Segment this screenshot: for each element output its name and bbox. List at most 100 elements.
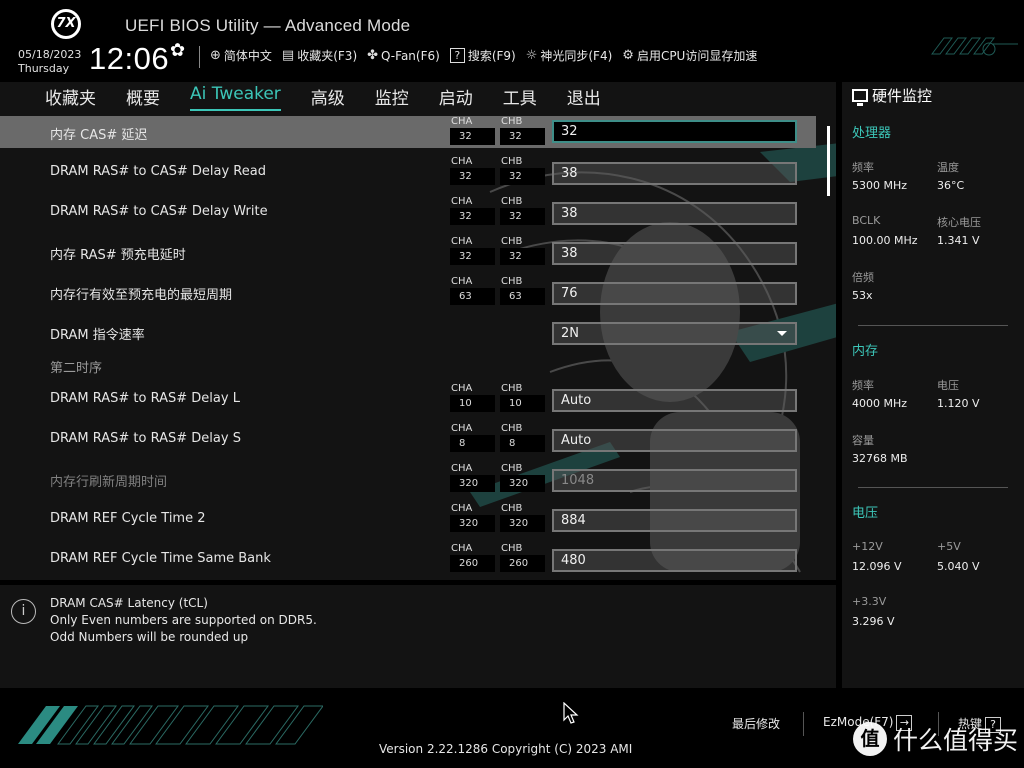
setting-label: 内存 RAS# 预充电延时	[50, 248, 186, 263]
setting-row-trrd-s[interactable]: DRAM RAS# to RAS# Delay S CHA 8 CHB 8 Auto	[0, 423, 816, 455]
toolbar-favorites[interactable]: ▤ 收藏夹(F3)	[282, 47, 357, 64]
channel-a-value: 32	[450, 128, 495, 145]
settings-list: 内存 CAS# 延迟 CHA 32 CHB 32 32 DRAM RAS# to C…	[0, 112, 836, 580]
setting-label: DRAM 指令速率	[50, 328, 145, 343]
channel-b-caption: CHB	[501, 463, 523, 474]
mem-freq-label: 频率	[852, 379, 874, 392]
setting-row-trcd-write[interactable]: DRAM RAS# to CAS# Delay Write CHA 32 CHB 3…	[0, 196, 816, 228]
channel-b-readout: CHB 63	[500, 276, 545, 305]
channel-b-value: 32	[500, 248, 545, 265]
version-text: Version 2.22.1286 Copyright (C) 2023 AMI	[379, 742, 633, 756]
channel-a-readout: CHA 32	[450, 156, 495, 185]
value-input[interactable]: 32	[552, 120, 797, 143]
clock: 12:06	[89, 41, 170, 76]
channel-b-readout: CHB 32	[500, 196, 545, 225]
toolbar-label: Q-Fan(F6)	[381, 48, 440, 63]
bclk-value: 100.00 MHz	[852, 234, 918, 247]
tab-ai-tweaker[interactable]: Ai Tweaker	[190, 84, 281, 111]
tab-tool[interactable]: 工具	[503, 84, 537, 111]
toolbar-qfan[interactable]: ✤ Q-Fan(F6)	[367, 47, 440, 64]
tab-main[interactable]: 概要	[126, 84, 160, 111]
brand-logo: 7X	[51, 9, 81, 39]
channel-a-readout: CHA 260	[450, 543, 495, 572]
value-input[interactable]: 38	[552, 242, 797, 265]
v33-label: +3.3V	[852, 595, 887, 608]
setting-row-trcd-read[interactable]: DRAM RAS# to CAS# Delay Read CHA 32 CHB 32…	[0, 156, 816, 188]
value-input-disabled: 1048	[552, 469, 797, 492]
channel-a-value: 260	[450, 555, 495, 572]
tab-boot[interactable]: 启动	[439, 84, 473, 111]
monitor-icon	[852, 89, 868, 106]
toolbar-resizable-bar[interactable]: ⚙ 启用CPU访问显存加速	[622, 47, 757, 64]
toolbar-aura-sync[interactable]: ☼ 神光同步(F4)	[526, 47, 613, 64]
scrollbar[interactable]	[827, 126, 830, 196]
gear-icon[interactable]: ✿	[170, 40, 185, 61]
value-input[interactable]: 38	[552, 202, 797, 225]
channel-b-readout: CHB 260	[500, 543, 545, 572]
channel-b-value: 8	[500, 435, 545, 452]
setting-row-tras[interactable]: 内存行有效至预充电的最短周期 CHA 63 CHB 63 76	[0, 276, 816, 308]
mem-capacity-label: 容量	[852, 434, 874, 447]
help-search-icon: ?	[449, 48, 465, 63]
channel-b-value: 63	[500, 288, 545, 305]
channel-a-readout: CHA 320	[450, 503, 495, 532]
tab-monitor[interactable]: 监控	[375, 84, 409, 111]
channel-b-readout: CHB 32	[500, 236, 545, 265]
cpu-temp-value: 36°C	[937, 179, 965, 192]
setting-label: DRAM REF Cycle Time 2	[50, 511, 206, 526]
channel-b-caption: CHB	[501, 423, 523, 434]
channel-b-readout: CHB 10	[500, 383, 545, 412]
channel-b-caption: CHB	[501, 276, 523, 287]
command-rate-dropdown[interactable]: 2N	[552, 322, 797, 345]
channel-a-value: 63	[450, 288, 495, 305]
setting-row-trp[interactable]: 内存 RAS# 预充电延时 CHA 32 CHB 32 38	[0, 236, 816, 268]
setting-row-trfc-sb[interactable]: DRAM REF Cycle Time Same Bank CHA 260 CHB…	[0, 543, 816, 575]
value-input[interactable]: Auto	[552, 389, 797, 412]
setting-row-command-rate[interactable]: DRAM 指令速率 2N	[0, 316, 816, 348]
ratio-value: 53x	[852, 289, 873, 302]
channel-b-caption: CHB	[501, 383, 523, 394]
last-modified-button[interactable]: 最后修改	[732, 715, 780, 732]
divider	[803, 712, 804, 736]
channel-b-readout: CHB 320	[500, 463, 545, 492]
v5-value: 5.040 V	[937, 560, 980, 573]
section-secondary-timings: 第二时序	[50, 361, 103, 376]
channel-a-caption: CHA	[451, 276, 473, 287]
footer-bar: Version 2.22.1286 Copyright (C) 2023 AMI…	[0, 688, 1024, 768]
setting-label: 内存 CAS# 延迟	[50, 128, 148, 143]
toolbar-language[interactable]: ⊕ 简体中文	[210, 47, 272, 64]
value-input[interactable]: 38	[552, 162, 797, 185]
channel-a-readout: CHA 10	[450, 383, 495, 412]
tab-advanced[interactable]: 高级	[311, 84, 345, 111]
channel-a-caption: CHA	[451, 156, 473, 167]
setting-label: DRAM REF Cycle Time Same Bank	[50, 551, 271, 566]
value-input[interactable]: 480	[552, 549, 797, 572]
toolbar-label: 收藏夹(F3)	[297, 49, 358, 63]
tab-exit[interactable]: 退出	[567, 84, 601, 111]
channel-b-value: 260	[500, 555, 545, 572]
hardware-monitor-title: 硬件监控	[852, 85, 932, 106]
value-input[interactable]: 884	[552, 509, 797, 532]
channel-a-readout: CHA 32	[450, 116, 495, 145]
mem-capacity-value: 32768 MB	[852, 452, 908, 465]
toolbar-label: 神光同步(F4)	[540, 49, 613, 63]
v33-value: 3.296 V	[852, 615, 895, 628]
channel-a-value: 10	[450, 395, 495, 412]
channel-a-caption: CHA	[451, 543, 473, 554]
watermark-badge: 值	[853, 722, 887, 756]
help-line: Only Even numbers are supported on DDR5.	[50, 613, 317, 627]
setting-row-trfc2[interactable]: DRAM REF Cycle Time 2 CHA 320 CHB 320 884	[0, 503, 816, 535]
setting-row-trrd-l[interactable]: DRAM RAS# to RAS# Delay L CHA 10 CHB 10 Au…	[0, 383, 816, 415]
value-input[interactable]: 76	[552, 282, 797, 305]
toolbar-label: 启用CPU访问显存加速	[636, 49, 758, 63]
value-input[interactable]: Auto	[552, 429, 797, 452]
toolbar-label: 搜索(F9)	[467, 49, 516, 63]
setting-label: 内存行有效至预充电的最短周期	[50, 288, 233, 303]
setting-row-cas-latency[interactable]: 内存 CAS# 延迟 CHA 32 CHB 32 32	[0, 116, 816, 148]
tab-favorites[interactable]: 收藏夹	[45, 84, 96, 111]
mem-freq-value: 4000 MHz	[852, 397, 908, 410]
toolbar-search[interactable]: ? 搜索(F9)	[449, 47, 516, 64]
help-line: DRAM CAS# Latency (tCL)	[50, 596, 208, 610]
channel-a-readout: CHA 32	[450, 196, 495, 225]
mouse-cursor-icon	[563, 702, 579, 724]
